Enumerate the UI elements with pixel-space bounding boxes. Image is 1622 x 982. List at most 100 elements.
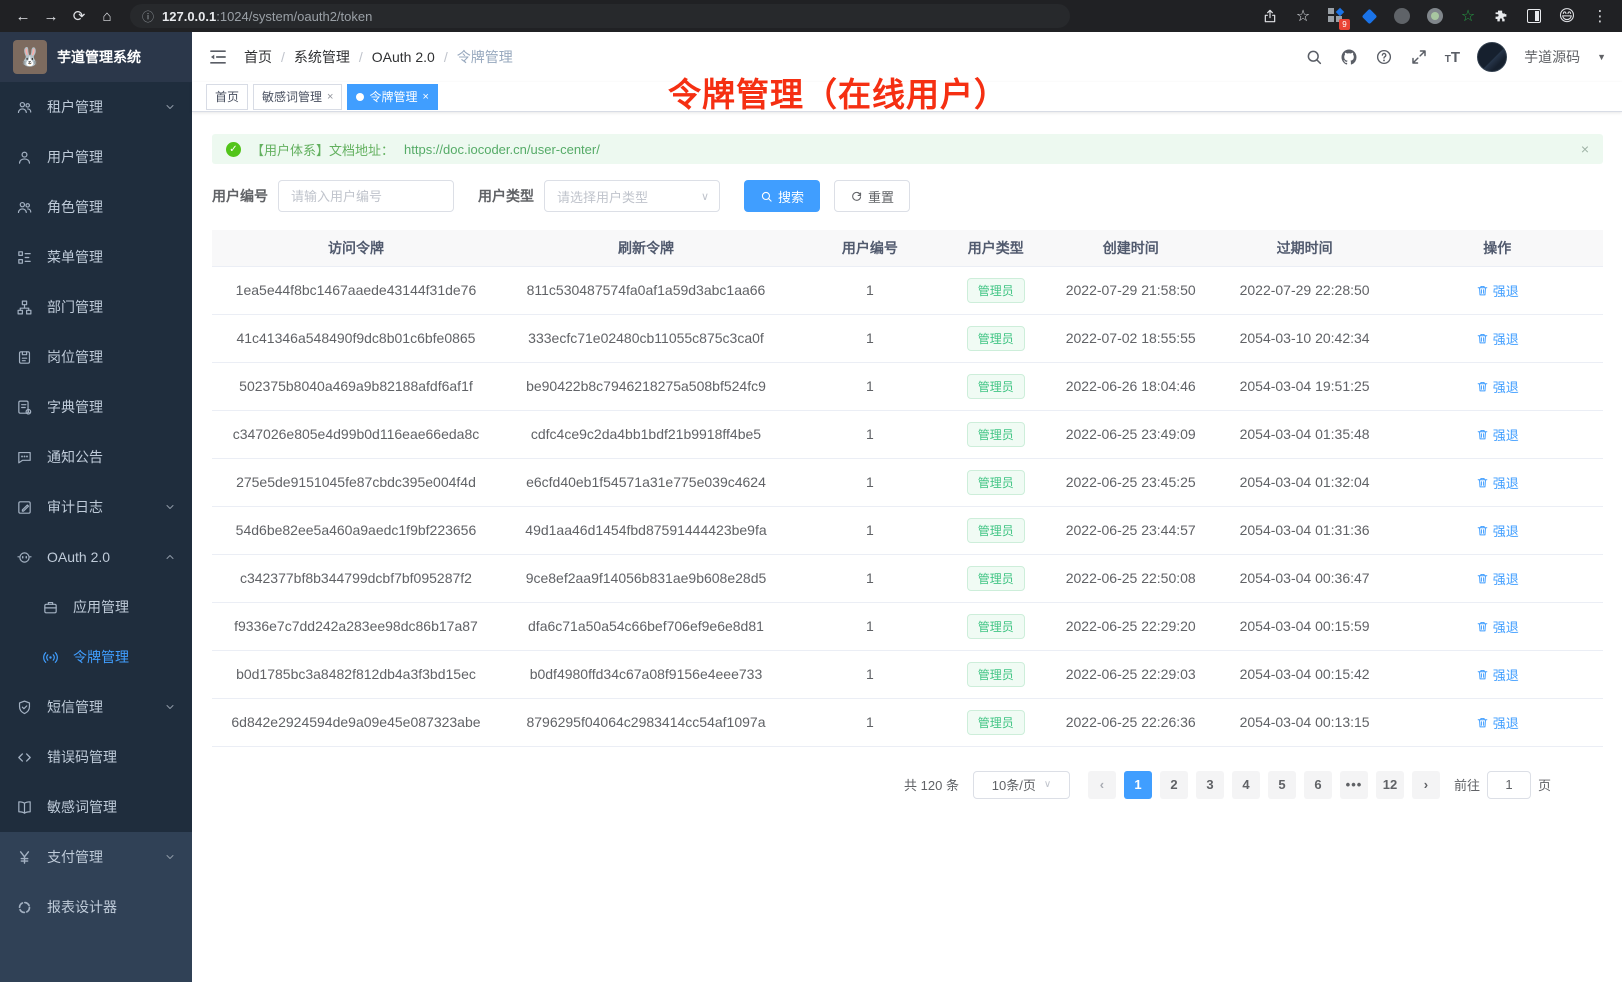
action-cell: 强退	[1392, 602, 1603, 650]
recorder-extension-icon[interactable]	[1425, 6, 1445, 26]
user-id-cell: 1	[792, 266, 948, 314]
more-pages-button[interactable]: •••	[1340, 771, 1368, 799]
expire-time-cell: 2022-07-29 22:28:50	[1218, 266, 1392, 314]
table-row: 54d6be82ee5a460a9aedc1f9bf223656 49d1aa4…	[212, 506, 1603, 554]
doc-link[interactable]: https://doc.iocoder.cn/user-center/	[404, 142, 600, 157]
bookmark-star-icon[interactable]: ☆	[1293, 6, 1313, 26]
github-icon[interactable]	[1340, 48, 1358, 66]
page-size-select[interactable]: 10条/页 ∨	[973, 771, 1070, 799]
sidebar-item-report-designer[interactable]: 报表设计器	[0, 882, 192, 932]
sidebar-item-post[interactable]: 岗位管理	[0, 332, 192, 382]
profile-avatar-icon[interactable]: 😄	[1557, 6, 1577, 26]
browser-back-button[interactable]: ←	[12, 5, 34, 27]
sidebar-item-dict[interactable]: 字典管理	[0, 382, 192, 432]
fullscreen-icon[interactable]	[1410, 48, 1428, 66]
sidebar-item-role[interactable]: 角色管理	[0, 182, 192, 232]
sidebar-item-oauth-token[interactable]: 令牌管理	[0, 632, 192, 682]
share-icon[interactable]	[1260, 6, 1280, 26]
browser-home-button[interactable]: ⌂	[96, 5, 118, 27]
tag-sensitive-words[interactable]: 敏感词管理 ×	[253, 84, 342, 110]
sidebar-item-audit-log[interactable]: 审计日志	[0, 482, 192, 532]
green-star-extension-icon[interactable]: ☆	[1458, 6, 1478, 26]
help-icon[interactable]	[1375, 48, 1393, 66]
address-bar[interactable]: ⓘ 127.0.0.1:1024/system/oauth2/token	[130, 4, 1070, 28]
caret-down-icon[interactable]: ▼	[1597, 52, 1606, 62]
side-panel-icon[interactable]	[1524, 6, 1544, 26]
col-expire-time: 过期时间	[1218, 230, 1392, 266]
breadcrumb-home[interactable]: 首页	[244, 47, 272, 67]
extension-badge: 9	[1339, 19, 1350, 30]
sidebar-item-payment[interactable]: 支付管理	[0, 832, 192, 882]
extension-blocks-icon[interactable]: 9	[1326, 6, 1346, 26]
sidebar-item-notice[interactable]: 通知公告	[0, 432, 192, 482]
search-icon[interactable]	[1305, 48, 1323, 66]
app-logo[interactable]: 🐰 芋道管理系统	[0, 32, 192, 82]
chevron-down-icon: ∨	[1044, 779, 1051, 790]
user-type-badge: 管理员	[967, 566, 1025, 591]
trash-icon	[1476, 620, 1489, 633]
user-type-cell: 管理员	[948, 698, 1044, 746]
puzzle-extensions-icon[interactable]	[1491, 6, 1511, 26]
trash-icon	[1476, 476, 1489, 489]
breadcrumb-oauth[interactable]: OAuth 2.0	[372, 49, 435, 65]
user-id-input[interactable]	[278, 180, 454, 212]
sidebar-item-oauth[interactable]: OAuth 2.0	[0, 532, 192, 582]
sidebar-item-oauth-app[interactable]: 应用管理	[0, 582, 192, 632]
force-logout-button[interactable]: 强退	[1476, 617, 1519, 636]
force-logout-button[interactable]: 强退	[1476, 377, 1519, 396]
next-page-button[interactable]: ›	[1412, 771, 1440, 799]
browser-menu-icon[interactable]: ⋮	[1590, 6, 1610, 26]
force-logout-button[interactable]: 强退	[1476, 425, 1519, 444]
tag-home[interactable]: 首页	[206, 84, 248, 110]
reset-button[interactable]: 重置	[834, 180, 910, 212]
create-time-cell: 2022-06-25 22:26:36	[1044, 698, 1218, 746]
page-button-1[interactable]: 1	[1124, 771, 1152, 799]
close-icon[interactable]: ×	[422, 91, 428, 103]
force-logout-button[interactable]: 强退	[1476, 521, 1519, 540]
breadcrumb-system[interactable]: 系统管理	[294, 47, 350, 67]
browser-forward-button[interactable]: →	[40, 5, 62, 27]
user-avatar[interactable]	[1477, 42, 1507, 72]
collapse-sidebar-icon[interactable]	[208, 47, 228, 67]
force-logout-button[interactable]: 强退	[1476, 665, 1519, 684]
force-logout-button[interactable]: 强退	[1476, 473, 1519, 492]
access-token-cell: f9336e7c7dd242a283ee98dc86b17a87	[212, 602, 500, 650]
sidebar-item-error-code[interactable]: 错误码管理	[0, 732, 192, 782]
user-id-cell: 1	[792, 650, 948, 698]
page-button-6[interactable]: 6	[1304, 771, 1332, 799]
chevron-down-icon: ∨	[701, 190, 709, 203]
search-button[interactable]: 搜索	[744, 180, 820, 212]
username[interactable]: 芋道源码	[1524, 47, 1580, 67]
action-cell: 强退	[1392, 506, 1603, 554]
page-button-5[interactable]: 5	[1268, 771, 1296, 799]
font-size-icon[interactable]: TT	[1445, 49, 1460, 66]
tag-token-active[interactable]: 令牌管理 ×	[347, 84, 437, 110]
alert-close-icon[interactable]: ×	[1581, 141, 1589, 157]
sidebar-item-sensitive-words[interactable]: 敏感词管理	[0, 782, 192, 832]
goto-page-input[interactable]	[1487, 771, 1531, 799]
sidebar-item-user[interactable]: 用户管理	[0, 132, 192, 182]
table-row: 41c41346a548490f9dc8b01c6bfe0865 333ecfc…	[212, 314, 1603, 362]
sidebar-item-sms[interactable]: 短信管理	[0, 682, 192, 732]
expire-time-cell: 2054-03-04 00:15:59	[1218, 602, 1392, 650]
close-icon[interactable]: ×	[327, 91, 333, 103]
sidebar-item-dept[interactable]: 部门管理	[0, 282, 192, 332]
force-logout-button[interactable]: 强退	[1476, 569, 1519, 588]
page-button-last[interactable]: 12	[1376, 771, 1404, 799]
sidebar-item-tenant[interactable]: 租户管理	[0, 82, 192, 132]
browser-reload-button[interactable]: ⟳	[68, 5, 90, 27]
site-info-icon[interactable]: ⓘ	[142, 8, 154, 25]
page-button-2[interactable]: 2	[1160, 771, 1188, 799]
user-type-select[interactable]: 请选择用户类型 ∨	[544, 180, 720, 212]
force-logout-button[interactable]: 强退	[1476, 329, 1519, 348]
user-type-badge: 管理员	[967, 278, 1025, 303]
gem-extension-icon[interactable]	[1359, 6, 1379, 26]
user-id-cell: 1	[792, 314, 948, 362]
force-logout-button[interactable]: 强退	[1476, 281, 1519, 300]
page-button-3[interactable]: 3	[1196, 771, 1224, 799]
prev-page-button[interactable]: ‹	[1088, 771, 1116, 799]
force-logout-button[interactable]: 强退	[1476, 713, 1519, 732]
sidebar-item-menu[interactable]: 菜单管理	[0, 232, 192, 282]
page-button-4[interactable]: 4	[1232, 771, 1260, 799]
gray-extension-icon[interactable]	[1392, 6, 1412, 26]
